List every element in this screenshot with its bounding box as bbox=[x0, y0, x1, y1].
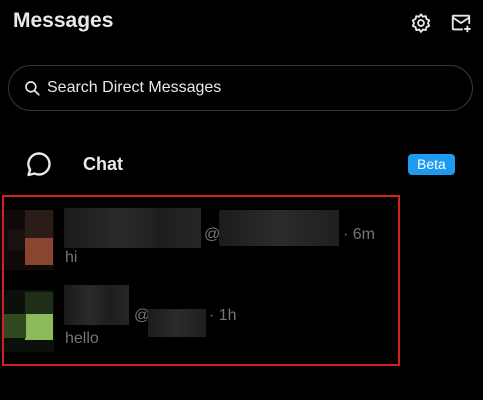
search-bar[interactable] bbox=[8, 65, 473, 111]
search-input[interactable] bbox=[47, 79, 447, 97]
display-name bbox=[64, 285, 129, 325]
display-name bbox=[64, 208, 201, 248]
search-icon bbox=[23, 79, 41, 97]
conversation-item[interactable]: @ · 1h hello bbox=[0, 285, 483, 365]
chat-bubble-icon bbox=[27, 152, 51, 177]
timestamp: · 6m bbox=[343, 226, 375, 243]
beta-badge: Beta bbox=[408, 154, 455, 175]
conversation-item[interactable]: @ · 6m hi bbox=[0, 205, 483, 285]
avatar bbox=[0, 290, 54, 352]
timestamp: · 1h bbox=[209, 307, 237, 324]
last-message: hi bbox=[65, 249, 78, 266]
handle bbox=[148, 309, 206, 337]
gear-icon[interactable] bbox=[409, 11, 433, 35]
handle-prefix: @ bbox=[204, 226, 221, 243]
chat-label: Chat bbox=[83, 154, 123, 174]
envelope-plus-icon[interactable] bbox=[449, 11, 473, 35]
avatar bbox=[0, 210, 54, 270]
last-message: hello bbox=[65, 330, 99, 347]
chat-entry[interactable]: Chat Beta bbox=[0, 140, 483, 190]
page-title: Messages bbox=[13, 9, 114, 32]
messages-header: Messages bbox=[0, 0, 483, 44]
handle bbox=[219, 210, 339, 246]
